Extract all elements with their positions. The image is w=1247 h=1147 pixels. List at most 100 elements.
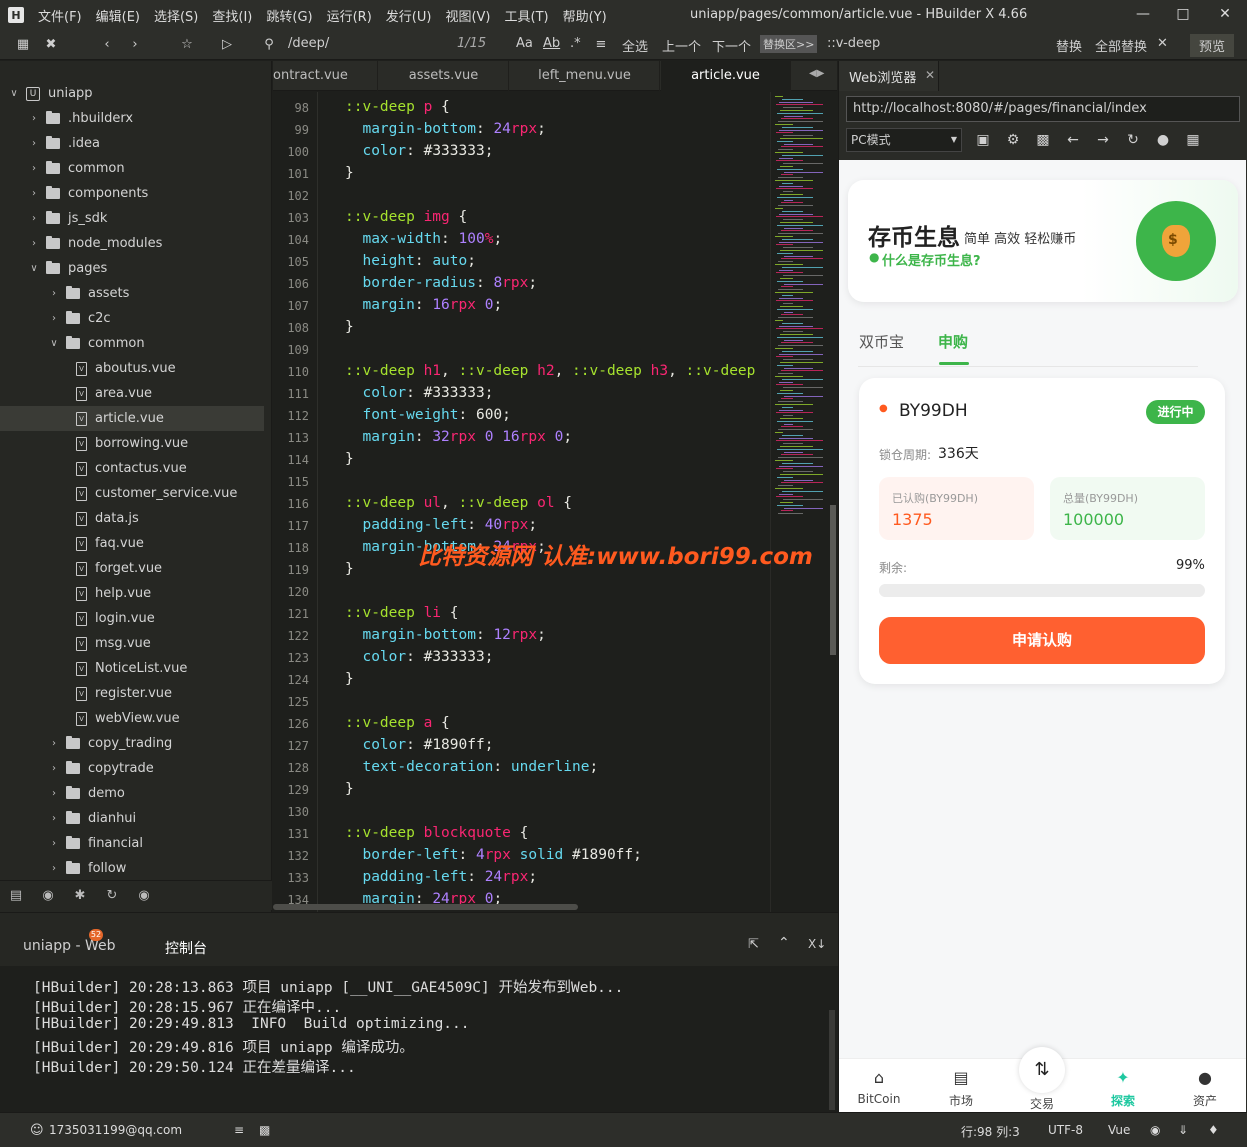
git-icon[interactable]: ↻ [103,888,121,904]
replace-input[interactable]: ::v-deep [827,36,880,51]
sidebar-item-contactus-vue[interactable]: Vcontactus.vue [0,456,264,481]
sidebar-item-copy-trading[interactable]: › copy_trading [0,731,264,756]
console-output[interactable]: [HBuilder] 20:28:13.863 项目 uniapp [__UNI… [0,966,838,1112]
sidebar-item-common[interactable]: ∨ common [0,331,264,356]
sidebar-item-article-vue[interactable]: Varticle.vue [0,406,264,431]
tab-web[interactable]: uniapp - Web [23,938,115,954]
list-icon[interactable]: ≡ [592,36,610,54]
chevron-down-icon[interactable]: ∨ [48,338,60,349]
sidebar-item-forget-vue[interactable]: Vforget.vue [0,556,264,581]
explore-icon[interactable]: ✦ [1093,1068,1153,1087]
plugin-icon[interactable]: ◉ [135,888,153,904]
sidebar-item-login-vue[interactable]: Vlogin.vue [0,606,264,631]
tab-subscribe[interactable]: 申购 [938,331,968,352]
nav-bitcoin[interactable]: BitCoin [849,1092,909,1106]
star-icon[interactable]: ☆ [178,36,196,54]
profile-icon[interactable]: ● [1175,1068,1235,1087]
sidebar-item-noticelist-vue[interactable]: V NoticeList.vue [0,656,264,681]
select-all-button[interactable]: 全选 [622,36,648,55]
sidebar-item-register-vue[interactable]: Vregister.vue [0,681,264,706]
bug-icon[interactable]: ✱ [71,888,89,904]
qrcode-icon[interactable]: ▦ [1184,131,1202,149]
chevron-right-icon[interactable]: › [28,163,40,174]
menu-select[interactable]: 选择(S) [154,6,198,25]
menu-view[interactable]: 视图(V) [445,6,490,25]
chevron-right-icon[interactable]: › [28,113,40,124]
replace-all-button[interactable]: 全部替换 [1095,36,1147,55]
market-icon[interactable]: ▤ [931,1068,991,1087]
menu-file[interactable]: 文件(F) [38,6,82,25]
list-view-icon[interactable]: ≡ [234,1123,244,1137]
language-mode[interactable]: Vue [1108,1123,1130,1137]
editor-horizontal-scrollbar[interactable] [273,904,578,910]
chevron-right-icon[interactable]: › [48,738,60,749]
account-icon[interactable]: ◉ [1150,1123,1160,1137]
collapse-panel-icon[interactable]: ⌃ [778,935,790,951]
tab-left-menu[interactable]: left_menu.vue [510,61,660,91]
user-account[interactable]: 1735031199@qq.com [49,1123,182,1137]
save-icon[interactable]: ▦ [14,36,32,54]
nav-explore[interactable]: 探索 [1093,1092,1153,1109]
sidebar-item-borrowing-vue[interactable]: Vborrowing.vue [0,431,264,456]
sidebar-item-follow[interactable]: › follow [0,856,264,881]
menu-run[interactable]: 运行(R) [327,6,372,25]
menu-find[interactable]: 查找(I) [212,6,252,25]
nav-assets[interactable]: 资产 [1175,1092,1235,1109]
preview-button[interactable]: 预览 [1190,34,1235,57]
tab-assets[interactable]: assets.vue [379,61,509,91]
menu-publish[interactable]: 发行(U) [386,6,432,25]
close-search-icon[interactable]: ✕ [1157,36,1168,51]
back-icon[interactable]: ‹ [98,36,116,54]
sidebar-item-faq-vue[interactable]: Vfaq.vue [0,531,264,556]
tab-scroll-icon[interactable]: ◀▶ [809,68,824,79]
minimap[interactable] [770,92,830,912]
tab-console[interactable]: 控制台 [150,938,222,968]
download-icon[interactable]: ⇓ [1178,1123,1188,1137]
chevron-right-icon[interactable]: › [28,138,40,149]
sidebar-item-node-modules[interactable]: › node_modules [0,231,264,256]
menu-goto[interactable]: 跳转(G) [266,6,312,25]
menu-help[interactable]: 帮助(Y) [563,6,607,25]
chevron-down-icon[interactable]: ∨ [28,263,40,274]
encoding[interactable]: UTF-8 [1048,1123,1083,1137]
sidebar-item-data-js[interactable]: Vdata.js [0,506,264,531]
refresh-icon[interactable]: ↻ [1124,131,1142,149]
sidebar-item-assets[interactable]: › assets [0,281,264,306]
menu-edit[interactable]: 编辑(E) [96,6,140,25]
sidebar-item-copytrade[interactable]: › copytrade [0,756,264,781]
chevron-right-icon[interactable]: › [48,838,60,849]
sidebar-item-components[interactable]: › components [0,181,264,206]
terminal-small-icon[interactable]: ▩ [259,1123,270,1137]
maximize-icon[interactable]: □ [1173,4,1193,24]
sidebar-item-demo[interactable]: › demo [0,781,264,806]
search-icon[interactable]: ⚲ [260,36,278,54]
regex-icon[interactable]: .* [570,36,581,51]
chevron-right-icon[interactable]: › [48,288,60,299]
match-case-icon[interactable]: Aa [516,36,533,51]
tab-contract[interactable]: ontract.vue [273,61,378,91]
hero-link[interactable]: 什么是存币生息? [882,250,981,269]
chevron-down-icon[interactable]: ∨ [8,88,20,99]
screenshot-icon[interactable]: ▣ [974,131,992,149]
tab-article[interactable]: article.vue [661,61,791,91]
whole-word-icon[interactable]: Ab [543,36,560,51]
maximize-panel-icon[interactable]: ⇱ [748,937,759,952]
sidebar-item-uniapp[interactable]: ∨ Uuniapp [0,81,264,106]
code-editor[interactable]: 98::v-deep p {99 margin-bottom: 24rpx; 10… [273,92,837,912]
menu-tools[interactable]: 工具(T) [505,6,549,25]
chevron-right-icon[interactable]: › [28,188,40,199]
close-icon[interactable]: ✕ [1215,4,1235,24]
sidebar-item--hbuilderx[interactable]: › .hbuilderx [0,106,264,131]
mode-select[interactable]: PC模式 ▼ [846,128,962,152]
forward-arrow-icon[interactable]: → [1094,131,1112,149]
editor-vertical-scrollbar[interactable] [830,505,836,655]
sidebar-item-webview-vue[interactable]: VwebView.vue [0,706,264,731]
chevron-right-icon[interactable]: › [28,238,40,249]
next-button[interactable]: 下一个 [712,36,751,55]
settings-icon[interactable]: ⚙ [1004,131,1022,149]
sidebar-item-area-vue[interactable]: Varea.vue [0,381,264,406]
sidebar-item--idea[interactable]: › .idea [0,131,264,156]
sidebar-item-help-vue[interactable]: Vhelp.vue [0,581,264,606]
sidebar-item-dianhui[interactable]: › dianhui [0,806,264,831]
sidebar-item-msg-vue[interactable]: Vmsg.vue [0,631,264,656]
